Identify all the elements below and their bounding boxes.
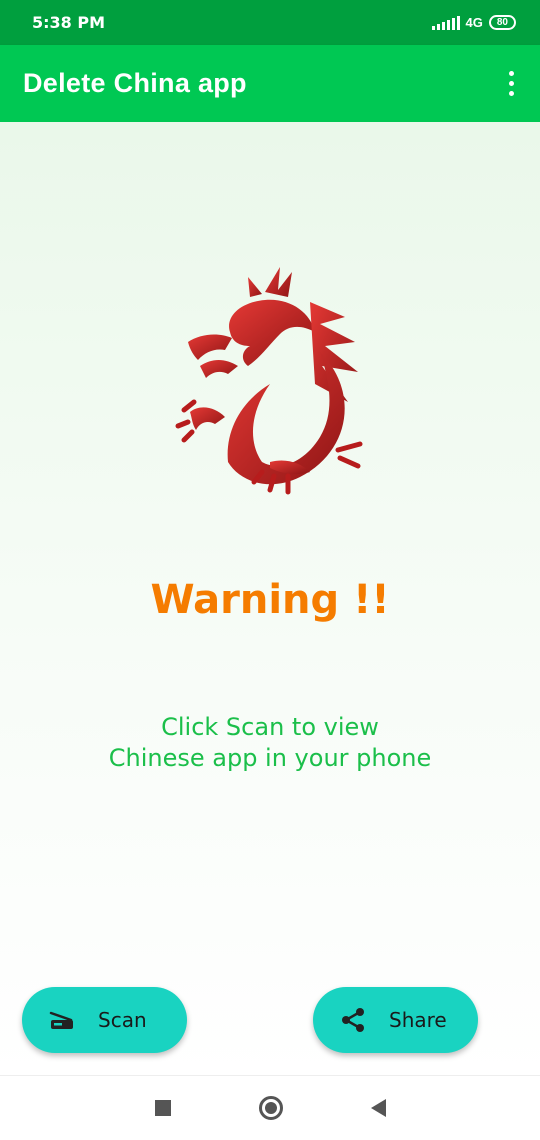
network-type: 4G: [465, 15, 483, 30]
scan-hint-line-1: Click Scan to view: [161, 713, 379, 741]
signal-icon: [431, 15, 460, 30]
main-content: Warning !! Click Scan to view Chinese ap…: [0, 122, 540, 1075]
share-button-label: Share: [389, 1008, 447, 1032]
scan-button[interactable]: Scan: [22, 987, 187, 1053]
status-bar: 5:38 PM 4G 80: [0, 0, 540, 45]
home-circle-icon[interactable]: [258, 1096, 283, 1120]
share-icon: [339, 1006, 367, 1034]
scan-button-label: Scan: [98, 1008, 147, 1032]
scanner-icon: [48, 1006, 76, 1034]
app-bar: Delete China app: [0, 45, 540, 122]
status-time: 5:38 PM: [32, 13, 106, 32]
app-title: Delete China app: [23, 68, 247, 98]
share-button[interactable]: Share: [313, 987, 478, 1053]
battery-level: 80: [496, 17, 508, 28]
scan-hint-line-2: Chinese app in your phone: [108, 744, 432, 772]
scan-hint: Click Scan to view Chinese app in your p…: [0, 712, 540, 774]
status-icons: 4G 80: [431, 15, 516, 30]
battery-icon: 80: [488, 15, 516, 30]
back-triangle-icon[interactable]: [370, 1099, 386, 1117]
red-dragon-image: [175, 267, 363, 495]
system-nav-bar: [0, 1075, 540, 1140]
more-vert-icon[interactable]: [505, 65, 518, 102]
recents-square-icon[interactable]: [154, 1100, 171, 1116]
warning-title: Warning !!: [150, 577, 390, 623]
